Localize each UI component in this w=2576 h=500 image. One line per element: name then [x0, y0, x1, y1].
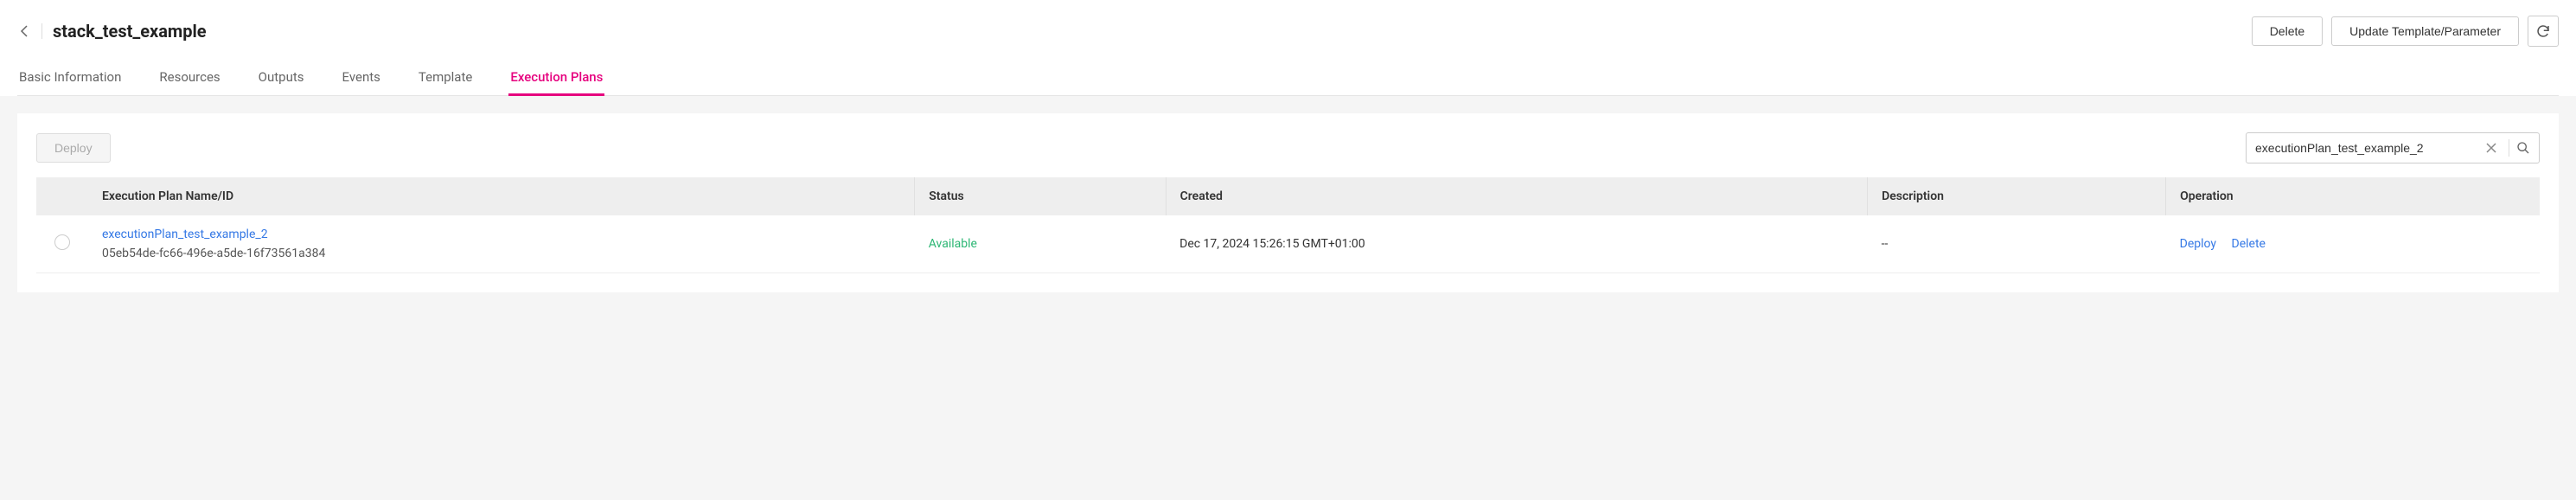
update-template-button[interactable]: Update Template/Parameter [2331, 16, 2519, 46]
status-badge: Available [929, 237, 977, 251]
created-cell: Dec 17, 2024 15:26:15 GMT+01:00 [1166, 215, 1868, 273]
tab-basic-information[interactable]: Basic Information [17, 61, 123, 96]
col-select [36, 177, 88, 215]
col-description: Description [1868, 177, 2166, 215]
table-row: executionPlan_test_example_2 05eb54de-fc… [36, 215, 2540, 273]
close-icon [2486, 143, 2496, 153]
tab-execution-plans[interactable]: Execution Plans [508, 61, 604, 96]
clear-search-button[interactable] [2481, 140, 2502, 157]
execution-plans-table: Execution Plan Name/ID Status Created De… [36, 177, 2540, 273]
row-deploy-link[interactable]: Deploy [2180, 237, 2216, 251]
content-panel: Deploy Execution Plan Name/ID Status Cre… [17, 113, 2559, 292]
search-icon [2516, 141, 2530, 155]
plan-id: 05eb54de-fc66-496e-a5de-16f73561a384 [102, 247, 901, 260]
tab-resources[interactable]: Resources [157, 61, 221, 96]
col-created: Created [1166, 177, 1868, 215]
tab-template[interactable]: Template [417, 61, 474, 96]
col-name: Execution Plan Name/ID [88, 177, 915, 215]
tab-bar: Basic Information Resources Outputs Even… [17, 61, 2559, 96]
plan-name-link[interactable]: executionPlan_test_example_2 [102, 228, 901, 241]
deploy-button[interactable]: Deploy [36, 133, 111, 163]
search-input[interactable] [2255, 141, 2481, 155]
col-operation: Operation [2166, 177, 2540, 215]
refresh-icon [2535, 23, 2551, 39]
row-radio[interactable] [54, 234, 70, 250]
description-cell: -- [1868, 215, 2166, 273]
refresh-button[interactable] [2528, 16, 2559, 47]
back-button[interactable] [17, 24, 31, 38]
tab-outputs[interactable]: Outputs [257, 61, 306, 96]
delete-button[interactable]: Delete [2252, 16, 2323, 46]
search-button[interactable] [2516, 141, 2530, 155]
row-delete-link[interactable]: Delete [2232, 237, 2266, 251]
search-box [2246, 132, 2540, 163]
page-title: stack_test_example [53, 21, 207, 42]
col-status: Status [915, 177, 1166, 215]
tab-events[interactable]: Events [341, 61, 382, 96]
